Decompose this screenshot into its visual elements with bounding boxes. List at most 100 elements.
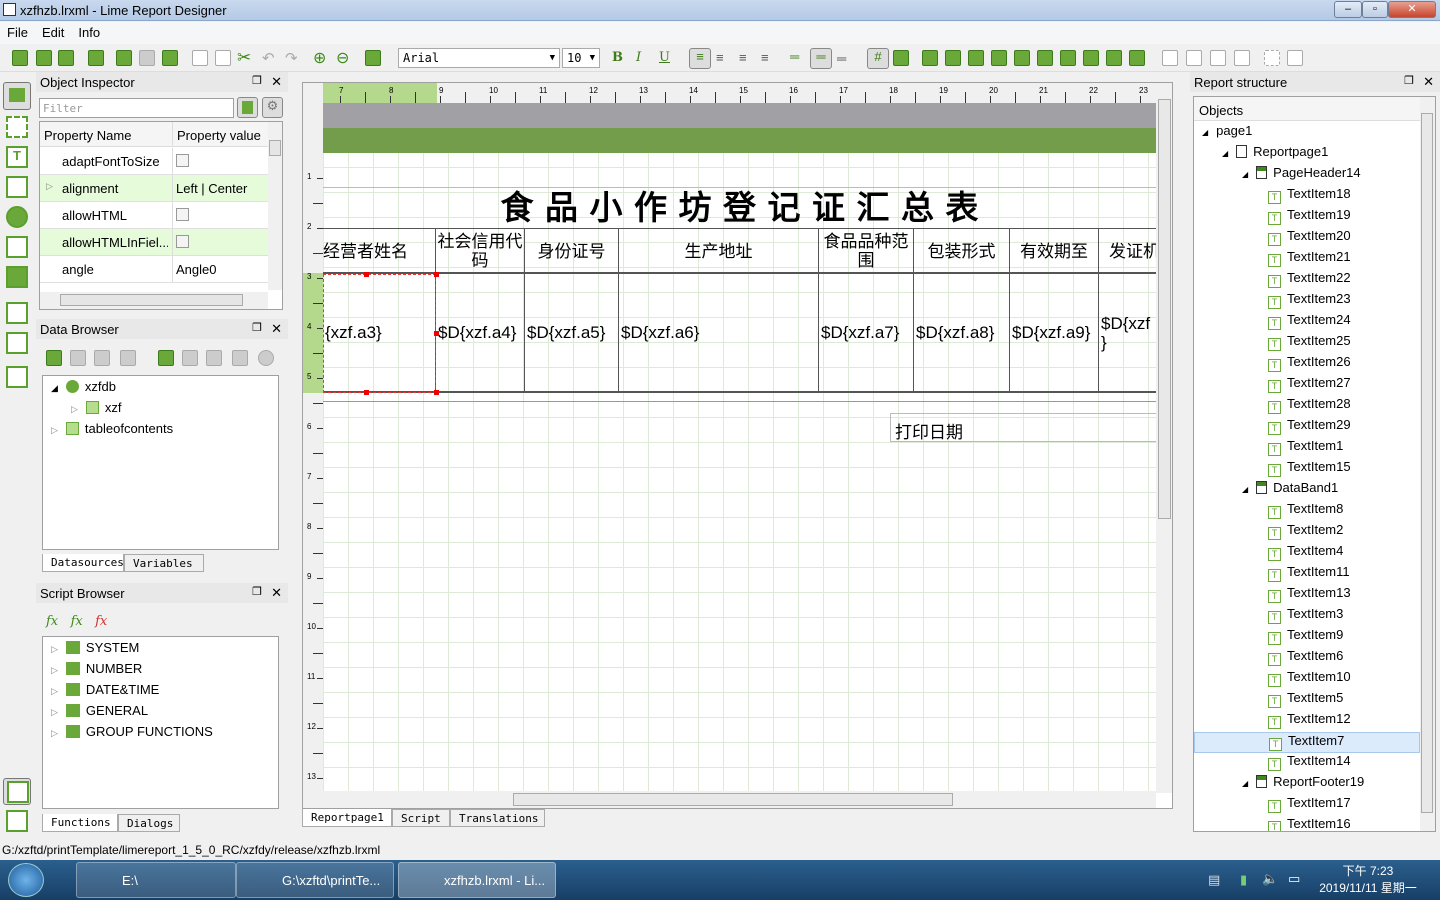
add-dialog-icon[interactable] — [162, 50, 178, 66]
structure-item[interactable]: T TextItem22 — [1194, 270, 1420, 291]
field-cell[interactable]: $D{xzf.a9} — [1010, 274, 1099, 391]
structure-item[interactable]: T TextItem28 — [1194, 396, 1420, 417]
delete-function-icon[interactable]: fx — [95, 614, 107, 629]
bold-button[interactable]: B — [612, 50, 623, 65]
tree-item-xzfdb[interactable]: ◢ xzfdb — [51, 379, 116, 400]
tab-datasources[interactable]: Datasources — [42, 554, 124, 572]
checkbox[interactable] — [176, 154, 189, 167]
report-page[interactable]: 食 品 小 作 坊 登 记 证 汇 总 表 经营者姓名 社会信用代码 身份证号 生产地… — [323, 103, 1160, 793]
structure-item[interactable]: T TextItem17 — [1194, 795, 1420, 816]
structure-item[interactable]: T TextItem3 — [1194, 606, 1420, 627]
border-top-icon[interactable] — [1186, 50, 1202, 66]
tab-translations[interactable]: Translations — [450, 809, 545, 827]
clear-filter-button[interactable] — [237, 97, 258, 118]
same-height-icon[interactable] — [1129, 50, 1145, 66]
settings-icon[interactable] — [88, 50, 104, 66]
cut-icon[interactable]: ✂ — [237, 48, 251, 68]
property-value[interactable]: Left | Center — [172, 175, 268, 201]
structure-item[interactable]: T TextItem19 — [1194, 207, 1420, 228]
field-cell[interactable]: $D{xzf.a6} — [619, 274, 819, 391]
property-row[interactable]: allowHTMLInFiel... — [40, 229, 268, 256]
close-icon[interactable]: ✕ — [271, 585, 282, 601]
valign-top-button[interactable]: ═ — [790, 49, 799, 64]
expand-icon[interactable]: ▷ — [46, 181, 53, 192]
column-header[interactable]: 生产地址 — [619, 229, 819, 273]
menu-file[interactable]: File — [0, 22, 35, 43]
structure-item[interactable]: T TextItem6 — [1194, 648, 1420, 669]
property-value[interactable] — [172, 229, 268, 255]
save-icon[interactable] — [58, 50, 74, 66]
vertical-scrollbar[interactable] — [268, 122, 282, 290]
float-icon[interactable]: ❐ — [1404, 74, 1414, 87]
start-button[interactable] — [8, 863, 44, 897]
preview-icon[interactable] — [365, 50, 381, 66]
structure-item[interactable]: T TextItem23 — [1194, 291, 1420, 312]
structure-item[interactable]: T TextItem2 — [1194, 522, 1420, 543]
font-select[interactable]: Arial ▼ — [398, 48, 560, 68]
text-item-icon[interactable]: T — [6, 146, 28, 168]
function-category[interactable]: ▷ GENERAL — [51, 703, 148, 724]
print-date-label[interactable]: 打印日期 — [890, 413, 1156, 442]
align-right-button[interactable]: ≡ — [739, 50, 747, 65]
vertical-scrollbar[interactable] — [1156, 83, 1172, 793]
open-icon[interactable] — [36, 50, 52, 66]
structure-item[interactable]: T TextItem4 — [1194, 543, 1420, 564]
function-category[interactable]: ▷ NUMBER — [51, 661, 142, 682]
tab-script[interactable]: Script — [392, 809, 450, 827]
underline-button[interactable]: U — [659, 50, 670, 65]
align-justify-button[interactable]: ≡ — [761, 50, 769, 65]
dock-toggle-2[interactable] — [6, 810, 28, 832]
task-explorer-e[interactable]: E:\ — [76, 862, 236, 898]
column-header[interactable]: 身份证号 — [525, 229, 619, 273]
redo-icon[interactable]: ↷ — [285, 49, 298, 67]
structure-item[interactable]: ◢ DataBand1 — [1194, 480, 1420, 501]
field-cell[interactable]: $D{xzf.a5} — [525, 274, 619, 391]
float-icon[interactable]: ❐ — [252, 74, 262, 87]
structure-item[interactable]: T TextItem29 — [1194, 417, 1420, 438]
italic-button[interactable]: I — [636, 50, 641, 65]
function-category[interactable]: ▷ DATE&TIME — [51, 682, 159, 703]
edit-connection-icon[interactable] — [70, 350, 86, 366]
report-canvas[interactable]: 7 8 9 10 11 12 13 14 15 16 17 18 19 20 21 22 23 12345678… — [302, 82, 1173, 809]
tab-functions[interactable]: Functions — [42, 814, 118, 832]
property-value[interactable] — [172, 202, 268, 228]
align-lefts-icon[interactable] — [968, 50, 984, 66]
same-width-icon[interactable] — [1106, 50, 1122, 66]
structure-item[interactable]: T TextItem1 — [1194, 438, 1420, 459]
select-tool-button[interactable] — [3, 82, 31, 110]
align-hcenter-icon[interactable] — [1014, 50, 1030, 66]
close-icon[interactable]: ✕ — [271, 74, 282, 90]
structure-item[interactable]: T TextItem24 — [1194, 312, 1420, 333]
close-icon[interactable]: ✕ — [271, 321, 282, 337]
new-report-icon[interactable] — [12, 50, 28, 66]
tab-variables[interactable]: Variables — [124, 554, 204, 572]
close-icon[interactable]: ✕ — [1423, 74, 1434, 90]
tree-item-tableofcontents[interactable]: ▷ tableofcontents — [51, 421, 173, 442]
add-page-icon[interactable] — [116, 50, 132, 66]
structure-item[interactable]: T TextItem11 — [1194, 564, 1420, 585]
checkbox[interactable] — [176, 235, 189, 248]
structure-item[interactable]: T TextItem27 — [1194, 375, 1420, 396]
chart-icon[interactable] — [6, 266, 28, 288]
resize-handle[interactable] — [364, 390, 369, 395]
scroll-thumb[interactable] — [513, 793, 953, 806]
structure-item[interactable]: ◢ page1 — [1194, 123, 1420, 144]
add-function-icon[interactable]: fx — [46, 614, 58, 629]
scroll-thumb[interactable] — [1421, 113, 1433, 813]
all-borders-icon[interactable] — [1287, 50, 1303, 66]
structure-item[interactable]: T TextItem14 — [1194, 753, 1420, 774]
close-button[interactable]: ✕ — [1388, 1, 1436, 18]
border-left-icon[interactable] — [1162, 50, 1178, 66]
column-header[interactable]: 有效期至 — [1010, 229, 1099, 273]
structure-item[interactable]: ◢ ReportFooter19 — [1194, 774, 1420, 795]
maximize-button[interactable]: ▫ — [1362, 1, 1388, 18]
align-bottoms-icon[interactable] — [1060, 50, 1076, 66]
field-cell[interactable]: $D{xzf.a8} — [914, 274, 1010, 391]
task-lime-report[interactable]: xzfhzb.lrxml - Li... — [398, 862, 556, 898]
task-explorer-g[interactable]: G:\xzftd\printTe... — [236, 862, 394, 898]
float-icon[interactable]: ❐ — [252, 585, 262, 598]
structure-item[interactable]: T TextItem15 — [1194, 459, 1420, 480]
selected-item[interactable] — [323, 272, 439, 395]
connect-icon[interactable] — [120, 350, 136, 366]
barcode-icon[interactable] — [6, 176, 28, 198]
